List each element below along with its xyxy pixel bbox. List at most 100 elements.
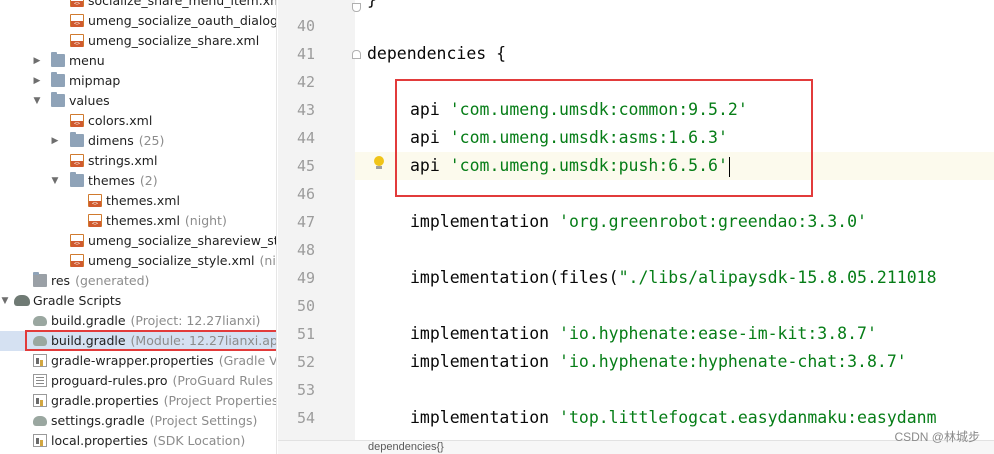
tree-item-label: Gradle Scripts xyxy=(33,293,122,308)
code-line-52: implementation 'io.hyphenate:hyphenate-c… xyxy=(410,352,907,371)
tree-item-meta: (SDK Location) xyxy=(152,433,246,448)
tree-item-label: values xyxy=(69,93,110,108)
tree-item-mipmap[interactable]: ▶ mipmap xyxy=(0,71,276,91)
folder-icon xyxy=(51,52,65,67)
line-number: 47 xyxy=(296,213,315,231)
tree-item-label: mipmap xyxy=(69,73,121,88)
tree-item-meta: (generated) xyxy=(75,273,150,288)
tree-highlight-annotation xyxy=(25,330,276,351)
properties-file-icon xyxy=(33,434,47,447)
folder-icon xyxy=(33,272,47,287)
xml-file-icon xyxy=(70,114,84,127)
xml-file-icon xyxy=(70,14,84,27)
gradle-file-icon xyxy=(33,416,47,426)
project-tree-panel: socialize_share_menu_item.xml umeng_soci… xyxy=(0,0,277,454)
code-line-51: implementation 'io.hyphenate:ease-im-kit… xyxy=(410,324,877,343)
tree-item-dimens[interactable]: ▶ dimens (25) xyxy=(0,131,276,151)
chevron-down-icon[interactable]: ▼ xyxy=(32,91,42,111)
tree-item-meta: (night) xyxy=(184,213,227,228)
chevron-down-icon[interactable]: ▼ xyxy=(50,171,60,191)
xml-file-icon xyxy=(88,214,102,227)
code-editor[interactable]: } 40 41 42 43 44 45 46 47 48 49 50 51 52… xyxy=(278,0,994,454)
line-number: 42 xyxy=(296,73,315,91)
line-number: 46 xyxy=(296,185,315,203)
tree-item-label: dimens xyxy=(88,133,134,148)
folder-icon xyxy=(51,92,65,107)
chevron-right-icon[interactable]: ▶ xyxy=(50,131,60,151)
chevron-right-icon[interactable]: ▶ xyxy=(32,51,42,71)
tree-item-label: strings.xml xyxy=(88,153,158,168)
tree-item-themes-xml[interactable]: themes.xml xyxy=(0,191,276,211)
tree-item-menu[interactable]: ▶ menu xyxy=(0,51,276,71)
tree-item-label: colors.xml xyxy=(88,113,153,128)
tree-item-socialize-share-menu-item[interactable]: socialize_share_menu_item.xml xyxy=(0,0,277,11)
line-number: 43 xyxy=(296,101,315,119)
properties-file-icon xyxy=(33,354,47,367)
tree-item-themes-folder[interactable]: ▼ themes (2) xyxy=(0,171,276,191)
tree-item-meta: (Project Properties) xyxy=(163,393,277,408)
tree-item-build-gradle-project[interactable]: build.gradle (Project: 12.27lianxi) xyxy=(0,311,276,331)
tree-item-meta: (ProGuard Rules fo xyxy=(172,373,277,388)
tree-item-strings[interactable]: strings.xml xyxy=(0,151,276,171)
tree-item-label: menu xyxy=(69,53,105,68)
tree-item-umeng-oauth-dialog[interactable]: umeng_socialize_oauth_dialog.xml xyxy=(0,11,276,31)
fold-start-icon[interactable] xyxy=(352,50,361,59)
tree-item-gradle-scripts[interactable]: ▼ Gradle Scripts xyxy=(0,291,276,311)
xml-file-icon xyxy=(70,34,84,47)
breadcrumb-item[interactable]: dependencies{} xyxy=(368,441,444,453)
xml-file-icon xyxy=(70,0,84,7)
tree-item-colors[interactable]: colors.xml xyxy=(0,111,276,131)
tree-item-umeng-shareview-string[interactable]: umeng_socialize_shareview_string xyxy=(0,231,277,251)
chevron-right-icon[interactable]: ▶ xyxy=(32,71,42,91)
code-highlight-annotation xyxy=(395,79,813,197)
properties-file-icon xyxy=(33,394,47,407)
tree-item-umeng-style[interactable]: umeng_socialize_style.xml (night) xyxy=(0,251,276,271)
line-number: 50 xyxy=(296,297,315,315)
tree-item-values[interactable]: ▼ values xyxy=(0,91,276,111)
code-line-54: implementation 'top.littlefogcat.easydan… xyxy=(410,408,937,427)
tree-item-res-generated[interactable]: res (generated) xyxy=(0,271,276,291)
line-number: 44 xyxy=(296,129,315,147)
line-number: 40 xyxy=(296,17,315,35)
tree-item-meta: (2) xyxy=(139,173,158,188)
tree-item-label: build.gradle xyxy=(51,313,126,328)
tree-item-label: settings.gradle xyxy=(51,413,145,428)
tree-item-label: gradle-wrapper.properties xyxy=(51,353,214,368)
breadcrumb: dependencies{} xyxy=(278,440,994,454)
tree-item-meta: (Gradle Ver xyxy=(218,353,277,368)
tree-item-gradle-wrapper[interactable]: gradle-wrapper.properties (Gradle Ver xyxy=(0,351,277,371)
tree-item-label: proguard-rules.pro xyxy=(51,373,168,388)
text-file-icon xyxy=(33,374,47,387)
tree-item-proguard-rules[interactable]: proguard-rules.pro (ProGuard Rules fo xyxy=(0,371,277,391)
tree-item-label: gradle.properties xyxy=(51,393,159,408)
tree-item-label: themes.xml xyxy=(106,193,180,208)
gradle-file-icon xyxy=(33,316,47,326)
tree-item-label: themes xyxy=(88,173,135,188)
tree-item-local-properties[interactable]: local.properties (SDK Location) xyxy=(0,431,276,451)
code-line-41: dependencies { xyxy=(367,44,507,63)
lightbulb-icon[interactable] xyxy=(373,156,384,170)
tree-item-themes-xml-night[interactable]: themes.xml (night) xyxy=(0,211,276,231)
tree-item-label: local.properties xyxy=(51,433,148,448)
fold-end-icon[interactable] xyxy=(352,3,361,12)
xml-file-icon xyxy=(70,234,84,247)
line-number: 49 xyxy=(296,269,315,287)
tree-item-meta: (Project Settings) xyxy=(149,413,258,428)
code-line-39: } xyxy=(367,0,377,14)
watermark-text: CSDN @林城步 xyxy=(894,430,980,444)
tree-item-umeng-share[interactable]: umeng_socialize_share.xml xyxy=(0,31,276,51)
tree-item-gradle-properties[interactable]: gradle.properties (Project Properties) xyxy=(0,391,277,411)
gradle-elephant-icon xyxy=(14,295,30,306)
folder-icon xyxy=(70,172,84,187)
code-line-49: implementation(files("./libs/alipaysdk-1… xyxy=(410,268,937,287)
line-number: 48 xyxy=(296,241,315,259)
tree-item-label: socialize_share_menu_item.xml xyxy=(88,0,277,8)
code-line-47: implementation 'org.greenrobot:greendao:… xyxy=(410,212,867,231)
xml-file-icon xyxy=(88,194,102,207)
tree-item-label: umeng_socialize_shareview_string xyxy=(88,233,277,248)
chevron-down-icon[interactable]: ▼ xyxy=(0,291,10,311)
tree-item-label: res xyxy=(51,273,71,288)
xml-file-icon xyxy=(70,154,84,167)
tree-item-meta: (night) xyxy=(259,253,276,268)
tree-item-settings-gradle[interactable]: settings.gradle (Project Settings) xyxy=(0,411,276,431)
